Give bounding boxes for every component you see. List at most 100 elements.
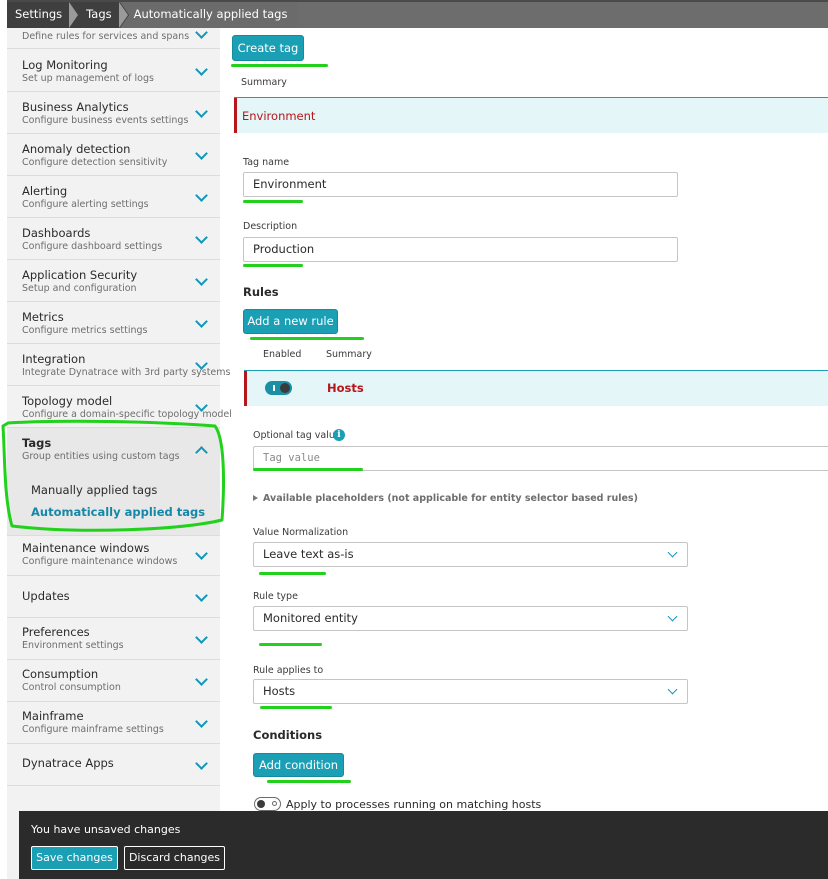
sidebar-item-business-analytics[interactable]: Business Analytics Configure business ev… [7,92,220,134]
sidebar-item-application-security[interactable]: Application Security Setup and configura… [7,260,220,302]
chevron-down-icon [195,147,208,160]
add-rule-button[interactable]: Add a new rule [243,309,338,334]
rule-type-select[interactable]: Monitored entity [253,606,688,631]
sidebar-item-subtitle: Setup and configuration [22,283,137,294]
chevron-down-icon [667,547,678,558]
annotation-underline [267,780,351,783]
sidebar-item-dashboards[interactable]: Dashboards Configure dashboard settings [7,218,220,260]
chevron-down-icon [195,589,208,602]
apply-to-processes-label: Apply to processes running on matching h… [286,798,542,811]
info-icon[interactable]: i [333,429,345,441]
sidebar-item-metrics[interactable]: Metrics Configure metrics settings [7,302,220,344]
sidebar-item-subtitle: Configure alerting settings [22,199,149,210]
annotation-underline [259,572,326,575]
annotation-underline [253,468,363,471]
discard-changes-button[interactable]: Discard changes [124,846,225,870]
sidebar-item-title: Metrics [22,310,64,324]
annotation-underline [260,706,332,709]
chevron-down-icon [195,26,208,39]
sidebar-item-title: Mainframe [22,709,84,723]
apply-to-processes-toggle[interactable] [254,797,281,811]
sidebar-item-preferences[interactable]: Preferences Environment settings [7,618,220,660]
tag-name-label: Tag name [243,157,290,168]
sidebar-item-subtitle: Integrate Dynatrace with 3rd party syste… [22,367,231,378]
description-field[interactable]: Production [243,237,678,262]
sidebar-item-title: Topology model [22,394,113,408]
summary-row-environment[interactable]: Environment [234,97,828,133]
toggle-off-mark [272,801,277,806]
sidebar-item-anomaly-detection[interactable]: Anomaly detection Configure detection se… [7,134,220,176]
value-normalization-select[interactable]: Leave text as-is [253,542,688,567]
summary-column-header: Summary [241,77,287,88]
create-tag-button[interactable]: Create tag [232,35,304,61]
sidebar-item-title: Alerting [22,184,68,198]
main-panel: Create tag Summary Environment Tag name … [220,28,828,879]
tag-name-field[interactable]: Environment [243,172,678,197]
annotation-underline [243,200,303,203]
sidebar-item-subtitle: Define rules for services and spans [22,31,190,42]
rules-column-enabled: Enabled [263,349,302,360]
sidebar-item-title: Maintenance windows [22,541,150,555]
sidebar-item-title: Integration [22,352,86,366]
sidebar-item-maintenance-windows[interactable]: Maintenance windows Configure maintenanc… [7,536,220,576]
sidebar-item-log-monitoring[interactable]: Log Monitoring Set up management of logs [7,50,220,92]
rule-summary-label: Hosts [327,381,364,395]
sidebar-item-consumption[interactable]: Consumption Control consumption [7,660,220,702]
description-label: Description [243,221,298,232]
sidebar-item-integration[interactable]: Integration Integrate Dynatrace with 3rd… [7,344,231,386]
chevron-down-icon [195,315,208,328]
chevron-down-icon [195,63,208,76]
sidebar-item-subtitle: Configure detection sensitivity [22,157,168,168]
sidebar-item-subtitle: Configure business events settings [22,115,189,126]
breadcrumb-current: Automatically applied tags [119,2,298,28]
chevron-down-icon [195,631,208,644]
sidebar-item-subtitle: Configure metrics settings [22,325,148,336]
expand-triangle-icon[interactable] [253,495,258,501]
breadcrumb-label: Settings [15,7,63,21]
sidebar-item-alerting[interactable]: Alerting Configure alerting settings [7,176,220,218]
select-value: Monitored entity [263,611,358,625]
annotation-underline [259,643,322,646]
chevron-down-icon [195,547,208,560]
sidebar-item-updates[interactable]: Updates [7,576,220,618]
chevron-down-icon [667,684,678,695]
chevron-down-icon [195,273,208,286]
sidebar-item-subtitle: Control consumption [22,682,121,693]
breadcrumb: Settings Tags Automatically applied tags [7,2,298,28]
summary-row-label: Environment [242,109,316,123]
rule-row-hosts[interactable]: Hosts [244,370,828,406]
sidebar-item-title: Dynatrace Apps [22,756,114,770]
available-placeholders-toggle[interactable]: Available placeholders (not applicable f… [263,493,638,504]
chevron-down-icon [667,611,678,622]
breadcrumb-label: Tags [86,7,112,21]
unsaved-changes-message: You have unsaved changes [31,823,181,836]
breadcrumb-separator [118,2,129,28]
rule-enabled-toggle[interactable] [265,381,292,395]
chevron-down-icon [195,715,208,728]
select-value: Leave text as-is [263,547,354,561]
annotation-underline [250,337,364,340]
add-condition-button[interactable]: Add condition [253,753,344,777]
sidebar-item-subtitle: Configure mainframe settings [22,724,164,735]
select-value: Hosts [263,684,296,698]
rule-applies-to-select[interactable]: Hosts [253,679,688,704]
sidebar-item-partial[interactable]: Define rules for services and spans [7,26,220,49]
breadcrumb-label: Automatically applied tags [133,7,288,21]
rules-column-summary: Summary [326,349,372,360]
sidebar-item-title: Preferences [22,625,90,639]
breadcrumb-separator [69,2,80,28]
sidebar-item-mainframe[interactable]: Mainframe Configure mainframe settings [7,702,220,744]
optional-tag-value-label: Optional tag value [253,430,341,441]
save-changes-button[interactable]: Save changes [31,846,118,870]
sidebar-item-dynatrace-apps[interactable]: Dynatrace Apps [7,744,220,786]
sidebar-item-subtitle: Set up management of logs [22,73,154,84]
sidebar-item-title: Updates [22,589,70,603]
error-indicator [234,98,237,133]
annotation-circle [1,419,226,532]
sidebar-item-title: Application Security [22,268,138,282]
sidebar-item-title: Log Monitoring [22,58,108,72]
page: Settings Tags Automatically applied tags… [0,0,828,879]
sidebar-item-subtitle: Configure dashboard settings [22,241,163,252]
chevron-down-icon [195,105,208,118]
breadcrumb-settings[interactable]: Settings [7,2,80,28]
